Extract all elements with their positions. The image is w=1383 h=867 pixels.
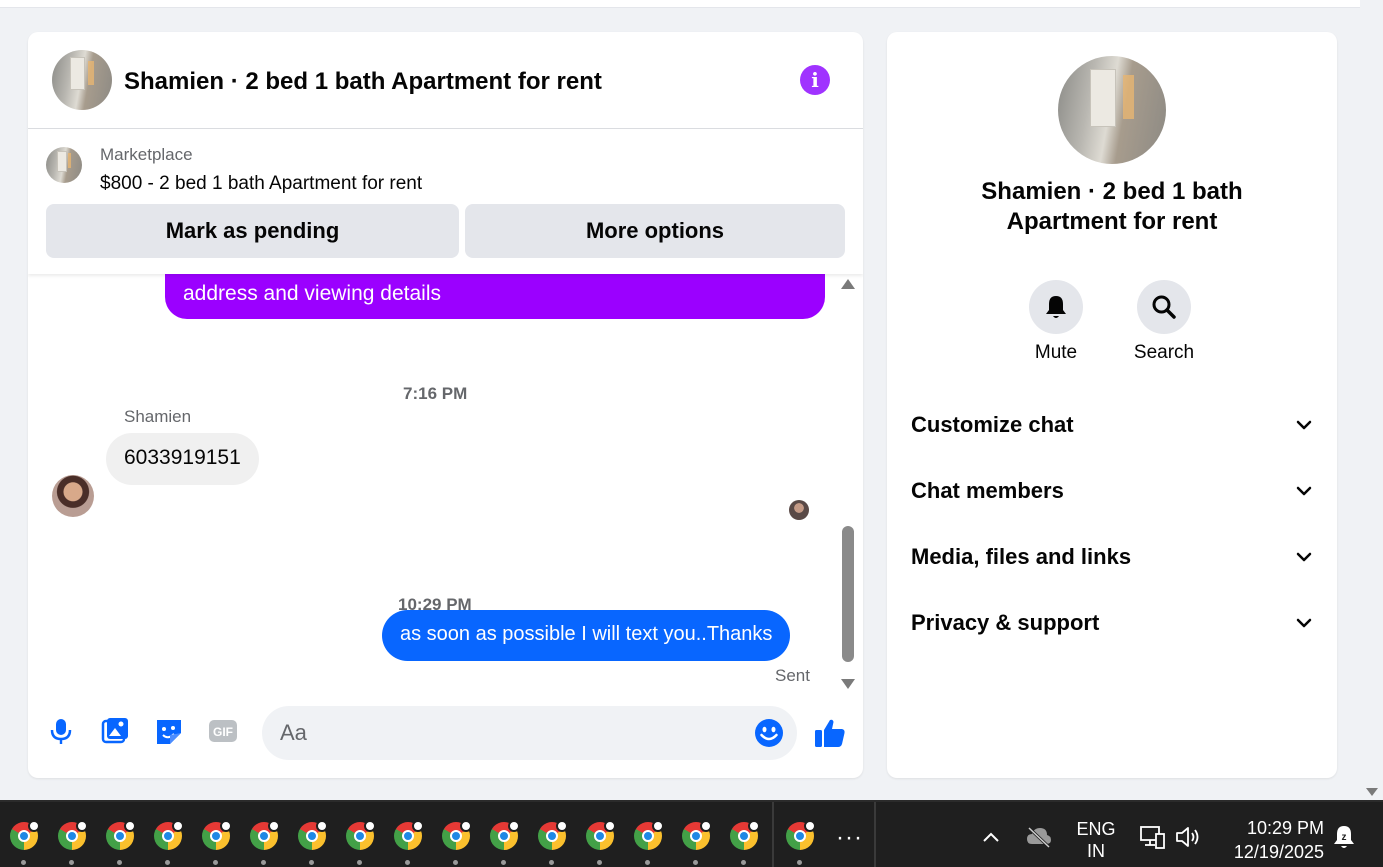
mute-button[interactable] xyxy=(1029,280,1083,334)
incoming-message[interactable]: 6033919151 xyxy=(106,433,259,485)
scroll-up-arrow[interactable] xyxy=(841,279,855,289)
chrome-app-icon[interactable] xyxy=(586,820,616,865)
chrome-app-icon[interactable] xyxy=(154,820,184,865)
taskbar-divider xyxy=(772,802,774,867)
chrome-app-icon[interactable] xyxy=(786,820,816,865)
chrome-app-icon[interactable] xyxy=(490,820,520,865)
notifications-icon[interactable]: z xyxy=(1332,824,1356,850)
chat-window: Shamien · 2 bed 1 bath Apartment for ren… xyxy=(28,32,863,778)
read-receipt-avatar xyxy=(789,500,809,520)
scroll-down-arrow[interactable] xyxy=(841,679,855,689)
mute-label: Mute xyxy=(1034,342,1078,363)
chrome-app-icon[interactable] xyxy=(634,820,664,865)
panel-title-line: Shamien · 2 bed 1 bath xyxy=(981,178,1243,205)
chrome-app-icon[interactable] xyxy=(250,820,280,865)
listing-avatar[interactable] xyxy=(52,50,112,110)
system-clock[interactable]: 10:29 PM 12/19/2025 xyxy=(1222,816,1324,864)
message-list[interactable]: address and viewing details 7:16 PM Sham… xyxy=(28,274,838,692)
marketplace-banner: Marketplace $800 - 2 bed 1 bath Apartmen… xyxy=(28,129,863,274)
chrome-app-icon[interactable] xyxy=(106,820,136,865)
language-line: IN xyxy=(1087,841,1105,861)
svg-text:GIF: GIF xyxy=(213,725,233,739)
section-privacy-support[interactable]: Privacy & support xyxy=(911,603,1313,643)
listing-thumbnail[interactable] xyxy=(46,147,82,183)
panel-listing-avatar[interactable] xyxy=(1058,56,1166,164)
taskbar-overflow-button[interactable]: ··· xyxy=(836,824,863,852)
section-label: Chat members xyxy=(911,478,1064,503)
outgoing-message[interactable]: as soon as possible I will text you..Tha… xyxy=(382,610,791,661)
clock-date: 12/19/2025 xyxy=(1233,842,1324,862)
chrome-app-icon[interactable] xyxy=(682,820,712,865)
scroll-thumb[interactable] xyxy=(842,526,854,662)
search-label: Search xyxy=(1133,342,1195,363)
chrome-app-icon[interactable] xyxy=(10,820,40,865)
chrome-app-icon[interactable] xyxy=(298,820,328,865)
section-label: Customize chat xyxy=(911,412,1074,437)
room-photo-large xyxy=(1058,56,1166,164)
chat-header: Shamien · 2 bed 1 bath Apartment for ren… xyxy=(28,32,863,129)
chevron-up-icon[interactable] xyxy=(981,830,1001,844)
chevron-down-icon xyxy=(1296,552,1312,562)
search-icon xyxy=(1152,295,1176,319)
microphone-icon[interactable] xyxy=(46,716,76,746)
room-photo xyxy=(52,50,112,110)
listing-price-title[interactable]: $800 - 2 bed 1 bath Apartment for rent xyxy=(100,173,422,195)
message-timestamp: 7:16 PM xyxy=(403,384,468,403)
room-photo-small xyxy=(46,147,82,183)
gif-icon[interactable]: GIF xyxy=(208,716,238,746)
chrome-app-icon[interactable] xyxy=(730,820,760,865)
message-composer: GIF xyxy=(28,702,863,768)
chrome-app-icon[interactable] xyxy=(58,820,88,865)
emoji-icon[interactable] xyxy=(754,718,784,748)
volume-icon[interactable] xyxy=(1175,824,1203,850)
chrome-app-icon[interactable] xyxy=(538,820,568,865)
photo-icon[interactable] xyxy=(100,716,130,746)
svg-text:z: z xyxy=(1342,832,1347,843)
outgoing-message[interactable]: address and viewing details xyxy=(165,274,825,319)
chrome-app-icon[interactable] xyxy=(442,820,472,865)
section-label: Media, files and links xyxy=(911,544,1132,569)
message-input[interactable] xyxy=(262,706,797,760)
more-options-button[interactable]: More options xyxy=(465,204,845,258)
chrome-app-icon[interactable] xyxy=(394,820,424,865)
bell-icon xyxy=(1046,296,1066,318)
chevron-down-icon xyxy=(1296,618,1312,628)
mark-as-pending-button[interactable]: Mark as pending xyxy=(46,204,459,258)
sticker-icon[interactable] xyxy=(154,716,184,746)
chevron-down-icon xyxy=(1296,486,1312,496)
section-label: Privacy & support xyxy=(911,610,1100,635)
browser-top-strip xyxy=(0,0,1360,8)
language-line: ENG xyxy=(1076,819,1116,839)
section-customize-chat[interactable]: Customize chat xyxy=(911,405,1313,445)
chevron-down-icon xyxy=(1296,420,1312,430)
page-scroll-down-arrow[interactable] xyxy=(1366,788,1378,796)
panel-title: Shamien · 2 bed 1 bath Apartment for ren… xyxy=(887,177,1337,237)
chat-title[interactable]: Shamien · 2 bed 1 bath Apartment for ren… xyxy=(124,68,602,96)
section-chat-members[interactable]: Chat members xyxy=(911,471,1313,511)
network-icon[interactable] xyxy=(1140,824,1166,850)
thumbs-up-icon[interactable] xyxy=(813,716,847,750)
page-scrollbar[interactable] xyxy=(1360,0,1383,800)
panel-title-line: Apartment for rent xyxy=(1006,208,1218,235)
sender-name: Shamien xyxy=(124,407,192,426)
chrome-app-icon[interactable] xyxy=(346,820,376,865)
search-button[interactable] xyxy=(1137,280,1191,334)
taskbar-divider xyxy=(874,802,876,867)
message-status: Sent xyxy=(775,666,810,685)
sender-avatar[interactable] xyxy=(52,475,94,517)
marketplace-label: Marketplace xyxy=(100,145,193,164)
language-indicator[interactable]: ENG IN xyxy=(1072,818,1120,862)
windows-taskbar: ··· ENG IN 10:29 PM 12/19/2025 z xyxy=(0,800,1383,867)
info-icon[interactable]: i xyxy=(800,65,830,95)
chrome-app-icon[interactable] xyxy=(202,820,232,865)
conversation-info-panel: Shamien · 2 bed 1 bath Apartment for ren… xyxy=(887,32,1337,778)
section-media-files-links[interactable]: Media, files and links xyxy=(911,537,1313,577)
clock-time: 10:29 PM xyxy=(1246,818,1324,838)
message-scrollbar[interactable] xyxy=(840,279,856,689)
cloud-offline-icon[interactable] xyxy=(1026,826,1052,848)
